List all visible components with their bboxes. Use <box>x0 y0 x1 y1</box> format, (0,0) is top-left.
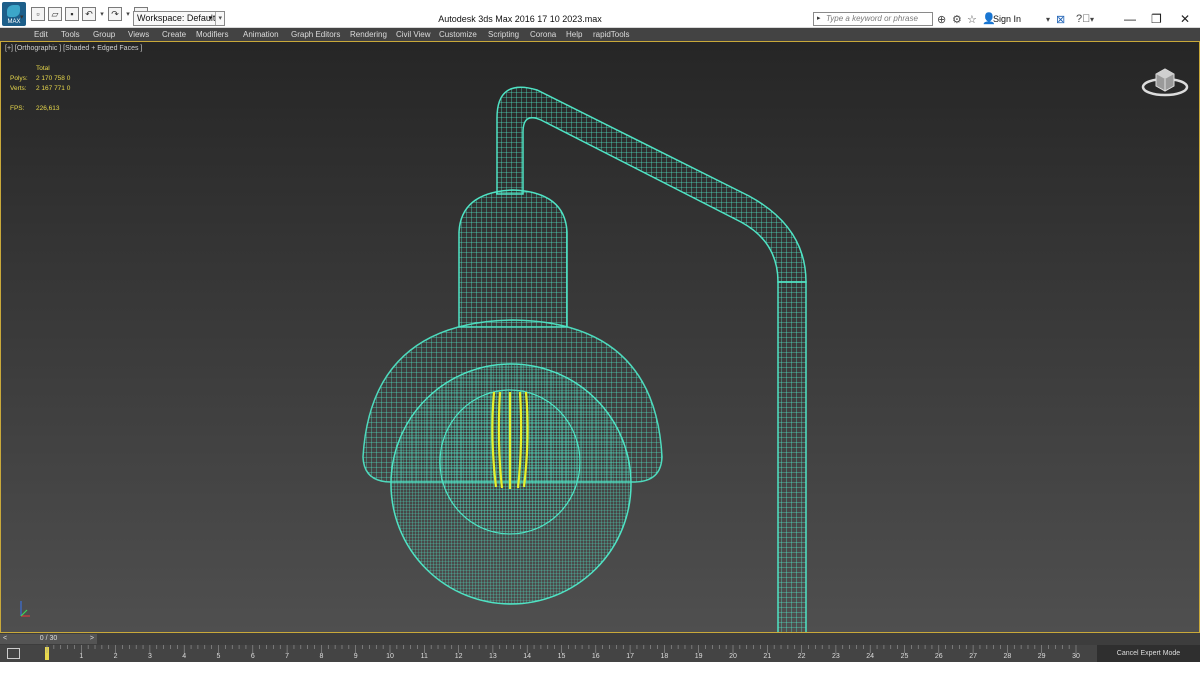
title-bar: MAX ▾ ▫ ▱ ▪ ↶ ▾ ↷ ▾ ▭ Workspace: Default… <box>0 0 1200 28</box>
search-arrow-icon: ▸ <box>817 15 821 22</box>
timeline-tick-label: 24 <box>866 653 875 660</box>
menu-corona[interactable]: Corona <box>530 29 556 40</box>
lamp-socket[interactable] <box>458 189 568 328</box>
timeline-tick-label: 17 <box>626 653 634 660</box>
timeline-tick-label: 6 <box>250 653 255 660</box>
frame-display: 0 / 30 <box>39 635 58 642</box>
lamp-wireframe-model[interactable] <box>1 42 1199 632</box>
menu-graph-editors[interactable]: Graph Editors <box>291 29 340 40</box>
menu-customize[interactable]: Customize <box>439 29 477 40</box>
axis-tripod-icon <box>20 601 30 617</box>
timeline-tick-label: 27 <box>969 653 977 660</box>
help-icon[interactable]: ?⃝ <box>1076 13 1090 25</box>
timeline-tick-label: 8 <box>319 653 324 660</box>
timeline-tick-label: 15 <box>557 653 566 660</box>
timeline-tick-label: 25 <box>900 653 909 660</box>
menu-scripting[interactable]: Scripting <box>488 29 519 40</box>
favorites-star-icon[interactable]: ☆ <box>967 13 977 26</box>
menu-rendering[interactable]: Rendering <box>350 29 387 40</box>
time-slider-bar: < 0 / 30 > <box>0 633 1200 645</box>
timeline-tick-label: 16 <box>591 653 600 660</box>
menu-help[interactable]: Help <box>566 29 582 40</box>
menu-rapidtools[interactable]: rapidTools <box>593 29 629 40</box>
timeline-tick-label: 5 <box>216 653 221 660</box>
timeline-tick-label: 13 <box>488 653 497 660</box>
timeline-tick-label: 11 <box>420 653 428 660</box>
curve-editor-icon[interactable] <box>7 648 20 659</box>
sign-in-dropdown-icon[interactable]: ▾ <box>1046 15 1050 24</box>
perspective-viewport[interactable]: [+] [Orthographic ] [Shaded + Edged Face… <box>0 41 1200 633</box>
menu-modifiers[interactable]: Modifiers <box>196 29 228 40</box>
timeline-tick-label: 26 <box>934 653 943 660</box>
menu-animation[interactable]: Animation <box>243 29 279 40</box>
timeline-tick-label: 9 <box>353 653 358 660</box>
timeline-tick-label: 10 <box>386 653 394 660</box>
cancel-expert-mode-button[interactable]: Cancel Expert Mode <box>1097 645 1200 662</box>
restore-window-icon[interactable]: ❐ <box>1151 12 1162 26</box>
sign-in-button[interactable]: Sign In <box>993 14 1021 24</box>
timeline-tick-label: 29 <box>1037 653 1046 660</box>
menu-bar: Edit Tools Group Views Create Modifiers … <box>0 28 1200 41</box>
timeline-tick-label: 4 <box>182 653 187 660</box>
timeline-tick-label: 1 <box>79 653 84 660</box>
exchange-apps-icon[interactable]: ⊠ <box>1056 13 1065 26</box>
time-slider-next-icon[interactable]: > <box>90 634 94 644</box>
time-slider-prev-icon[interactable]: < <box>3 634 7 644</box>
menu-create[interactable]: Create <box>162 29 186 40</box>
timeline-tick-label: 7 <box>285 653 290 660</box>
help-dropdown-icon[interactable]: ▾ <box>1090 15 1094 24</box>
menu-views[interactable]: Views <box>128 29 149 40</box>
timeline-tick-label: 21 <box>763 653 772 660</box>
timeline-tick-label: 18 <box>660 653 669 660</box>
timeline-tick-label: 14 <box>523 653 532 660</box>
bottom-strip <box>0 662 1200 675</box>
minimize-window-icon[interactable]: — <box>1124 12 1136 26</box>
lamp-pole[interactable] <box>777 281 807 632</box>
search-input[interactable]: ▸ Type a keyword or phrase <box>813 12 933 26</box>
timeline-tick-label: 2 <box>113 653 118 660</box>
track-bar[interactable]: 1 2 3 4 5 6 7 8 9 10 11 12 13 14 15 16 17 18 19 20 21 22 23 24 2… <box>0 645 1200 662</box>
menu-edit[interactable]: Edit <box>34 29 48 40</box>
menu-group[interactable]: Group <box>93 29 115 40</box>
timeline-tick-label: 12 <box>454 653 463 660</box>
timeline-tick-label: 30 <box>1072 653 1080 660</box>
menu-tools[interactable]: Tools <box>61 29 80 40</box>
timeline-tick-label: 22 <box>797 653 806 660</box>
timeline-tick-label: 3 <box>147 653 152 660</box>
close-window-icon[interactable]: ✕ <box>1180 12 1190 26</box>
timeline-labels: 1 2 3 4 5 6 7 8 9 10 11 12 13 14 15 16 17 18 19 20 21 22 23 24 2… <box>30 645 1096 662</box>
binoculars-icon[interactable]: ⊕ <box>937 13 946 26</box>
timeline-tick-label: 19 <box>694 653 703 660</box>
search-placeholder: Type a keyword or phrase <box>826 14 918 23</box>
timeline-tick-label: 23 <box>831 653 840 660</box>
subscription-icon[interactable]: ⚙ <box>952 13 962 26</box>
time-slider[interactable]: < 0 / 30 > <box>0 634 97 644</box>
menu-civil-view[interactable]: Civil View <box>396 29 431 40</box>
timeline-tick-label: 28 <box>1003 653 1012 660</box>
timeline-tick-label: 20 <box>729 653 737 660</box>
